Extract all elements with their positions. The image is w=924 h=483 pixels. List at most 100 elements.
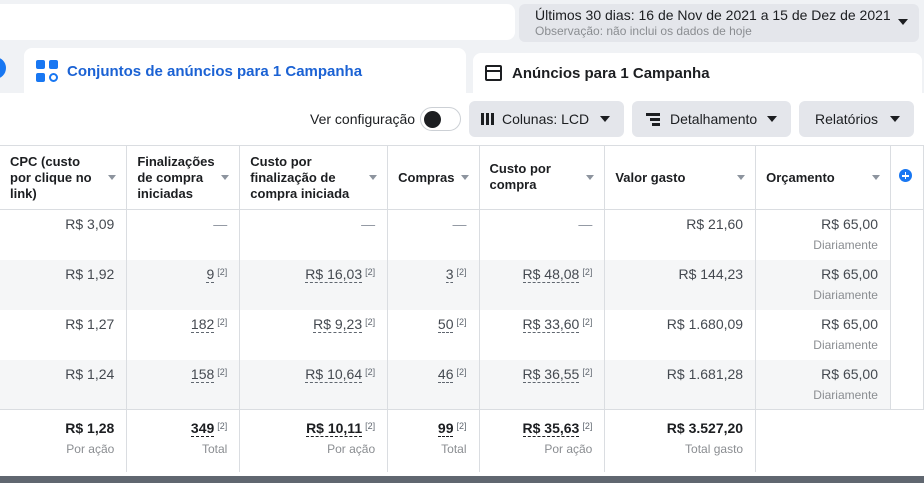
- checkouts-cell: —: [126, 209, 241, 260]
- metric-link[interactable]: R$ 10,64: [305, 365, 363, 383]
- metric-link[interactable]: R$ 10,11: [306, 420, 363, 437]
- column-header-cost-per-checkout[interactable]: Custo por finalização de compra iniciada: [239, 145, 389, 210]
- cost-purchase-cell: R$ 33,60 [2]: [479, 309, 606, 360]
- metric-link[interactable]: R$ 36,55: [522, 365, 580, 383]
- checkouts-cell: 9 [2]: [126, 259, 241, 310]
- cost-purchase-cell: R$ 36,55 [2]: [479, 359, 606, 410]
- cost-checkout-cell: R$ 10,64 [2]: [239, 359, 389, 410]
- table-row[interactable]: R$ 1,92 9 [2] R$ 16,03 [2] 3 [2] R$ 48,08 [2…: [0, 259, 924, 310]
- empty-cell: [755, 409, 891, 472]
- empty-cell: [890, 209, 924, 260]
- sort-caret-icon: [460, 175, 469, 180]
- column-header-cost-per-purchase[interactable]: Custo por compra: [479, 145, 606, 210]
- sort-caret-icon: [586, 175, 595, 180]
- sort-caret-icon: [108, 175, 117, 180]
- sort-caret-icon: [871, 175, 880, 180]
- breakdown-icon: [646, 113, 660, 126]
- toggle-knob: [424, 111, 441, 128]
- budget-cell: R$ 65,00 Diariamente: [755, 309, 891, 360]
- metric-link[interactable]: R$ 9,23: [313, 315, 363, 333]
- top-toolbar-left: [0, 4, 515, 40]
- cost-checkout-cell: R$ 9,23 [2]: [239, 309, 389, 360]
- cpc-cell: R$ 3,09: [0, 209, 128, 260]
- table-row[interactable]: R$ 1,27 182 [2] R$ 9,23 [2] 50 [2] R$ 33,60…: [0, 309, 924, 360]
- totals-row: R$ 1,28 Por ação 349 [2] Total R$ 10,11 [2] P…: [0, 409, 924, 472]
- metric-link[interactable]: R$ 16,03: [305, 265, 363, 283]
- metric-link[interactable]: 50: [437, 315, 454, 333]
- empty-cell: [890, 259, 924, 310]
- purchases-cell: 46 [2]: [387, 359, 480, 410]
- cost-purchase-cell: —: [479, 209, 606, 260]
- chevron-down-icon: [767, 116, 777, 122]
- spent-cell: R$ 1.681,28: [604, 359, 757, 410]
- ad-sets-panel: Ver configuração Colunas: LCD Detalhamen…: [0, 93, 924, 476]
- checkouts-cell: 158 [2]: [126, 359, 241, 410]
- horizontal-scrollbar[interactable]: [0, 476, 924, 483]
- add-column-cell: [890, 145, 924, 210]
- tab-ads-label: Anúncios para 1 Campanha: [512, 64, 710, 82]
- total-spent-cell: R$ 3.527,20 Total gasto: [604, 409, 757, 472]
- columns-button-label: Colunas: LCD: [502, 111, 590, 127]
- total-cost-purchase-cell: R$ 35,63 [2] Por ação: [479, 409, 606, 472]
- date-range-picker[interactable]: Últimos 30 dias: 16 de Nov de 2021 a 15 …: [519, 4, 919, 42]
- metric-link[interactable]: 3: [445, 265, 454, 283]
- chevron-down-icon: [898, 19, 908, 25]
- empty-cell: [890, 359, 924, 410]
- checkouts-cell: 182 [2]: [126, 309, 241, 360]
- purchases-cell: 3 [2]: [387, 259, 480, 310]
- sort-caret-icon: [737, 175, 746, 180]
- table-row[interactable]: R$ 1,24 158 [2] R$ 10,64 [2] 46 [2] R$ 36,5…: [0, 359, 924, 410]
- metric-link[interactable]: R$ 33,60: [522, 315, 580, 333]
- metric-link[interactable]: 46: [437, 365, 454, 383]
- date-range-label: Últimos 30 dias: 16 de Nov de 2021 a 15 …: [535, 7, 891, 23]
- scrollbar-thumb[interactable]: [0, 476, 924, 483]
- sort-caret-icon: [221, 175, 230, 180]
- ad-sets-table: CPC (custo por clique no link) Finalizaç…: [0, 145, 924, 472]
- breakdown-button[interactable]: Detalhamento: [632, 101, 791, 137]
- campaigns-tab-icon[interactable]: [0, 57, 6, 79]
- date-range-note: Observação: não inclui os dados de hoje: [535, 24, 752, 38]
- spent-cell: R$ 1.680,09: [604, 309, 757, 360]
- empty-cell: [890, 409, 924, 472]
- cpc-cell: R$ 1,92: [0, 259, 128, 310]
- cpc-cell: R$ 1,27: [0, 309, 128, 360]
- cost-purchase-cell: R$ 48,08 [2]: [479, 259, 606, 310]
- tab-ad-sets[interactable]: Conjuntos de anúncios para 1 Campanha: [24, 48, 466, 94]
- total-cpc-cell: R$ 1,28 Por ação: [0, 409, 128, 472]
- metric-link[interactable]: 99: [437, 420, 454, 437]
- breakdown-button-label: Detalhamento: [670, 111, 758, 127]
- column-header-purchases[interactable]: Compras: [387, 145, 480, 210]
- tab-ads[interactable]: Anúncios para 1 Campanha: [473, 53, 922, 93]
- metric-link[interactable]: 158: [190, 365, 215, 383]
- plus-circle-icon[interactable]: [898, 169, 912, 182]
- budget-cell: R$ 65,00 Diariamente: [755, 259, 891, 310]
- ad-window-icon: [485, 65, 502, 81]
- metric-link[interactable]: R$ 35,63: [522, 420, 580, 437]
- purchases-cell: —: [387, 209, 480, 260]
- metric-link[interactable]: 349: [190, 420, 215, 437]
- empty-cell: [890, 309, 924, 360]
- ad-sets-grid-icon: [36, 60, 58, 82]
- cost-checkout-cell: R$ 16,03 [2]: [239, 259, 389, 310]
- spent-cell: R$ 21,60: [604, 209, 757, 260]
- total-purchases-cell: 99 [2] Total: [387, 409, 480, 472]
- column-header-budget[interactable]: Orçamento: [755, 145, 891, 210]
- metric-link[interactable]: 9: [206, 265, 215, 283]
- view-config-toggle[interactable]: [420, 107, 461, 131]
- columns-button[interactable]: Colunas: LCD: [469, 101, 624, 137]
- budget-cell: R$ 65,00 Diariamente: [755, 359, 891, 410]
- table-row[interactable]: R$ 3,09 — — — — R$ 21,60 R$ 65,00 Diariam…: [0, 209, 924, 260]
- total-cost-checkout-cell: R$ 10,11 [2] Por ação: [239, 409, 389, 472]
- cpc-cell: R$ 1,24: [0, 359, 128, 410]
- column-header-amount-spent[interactable]: Valor gasto: [604, 145, 757, 210]
- sort-caret-icon: [369, 175, 378, 180]
- tab-ad-sets-label: Conjuntos de anúncios para 1 Campanha: [67, 62, 363, 80]
- total-checkouts-cell: 349 [2] Total: [126, 409, 241, 472]
- chevron-down-icon: [600, 116, 610, 122]
- column-header-cpc[interactable]: CPC (custo por clique no link): [0, 145, 128, 210]
- reports-button[interactable]: Relatórios: [799, 101, 914, 137]
- column-header-checkouts[interactable]: Finalizações de compra iniciadas: [126, 145, 241, 210]
- purchases-cell: 50 [2]: [387, 309, 480, 360]
- metric-link[interactable]: 182: [190, 315, 215, 333]
- metric-link[interactable]: R$ 48,08: [522, 265, 580, 283]
